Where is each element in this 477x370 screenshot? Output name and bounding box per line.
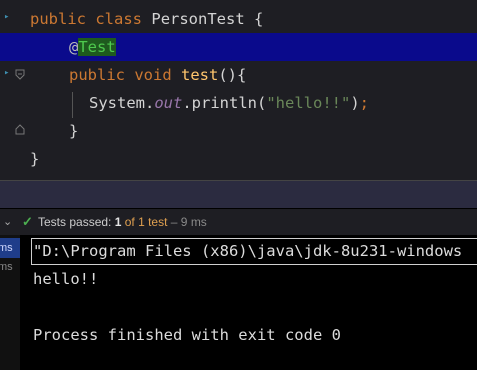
code-line-5[interactable]: } bbox=[69, 117, 78, 145]
keyword: void bbox=[134, 66, 172, 84]
code-line-3[interactable]: public void test(){ bbox=[69, 61, 246, 89]
console-output-line: hello!! bbox=[33, 270, 99, 288]
console-exit-line: Process finished with exit code 0 bbox=[33, 326, 341, 344]
fold-icon[interactable] bbox=[15, 69, 25, 80]
keyword: class bbox=[95, 10, 143, 28]
parens: (){ bbox=[218, 66, 247, 84]
semicolon: ; bbox=[359, 94, 370, 112]
test-status-text: Tests passed: 1 of 1 test – 9 ms bbox=[38, 209, 207, 235]
test-tree-item-selected[interactable]: ms bbox=[0, 238, 20, 258]
method-name: test bbox=[181, 66, 219, 84]
editor-gutter bbox=[0, 0, 20, 180]
brace: } bbox=[30, 150, 40, 168]
chevron-down-icon[interactable]: ⌄ bbox=[3, 209, 12, 235]
static-field: out bbox=[154, 94, 183, 112]
panel-divider[interactable] bbox=[0, 180, 477, 208]
code-line-4[interactable]: System.out.println("hello!!"); bbox=[89, 89, 369, 117]
check-icon: ✓ bbox=[22, 214, 33, 229]
brace: } bbox=[69, 122, 79, 140]
annotation-name: Test bbox=[78, 38, 116, 56]
fold-end-icon[interactable] bbox=[15, 124, 25, 135]
paren: ) bbox=[350, 94, 360, 112]
run-test-icon[interactable]: ▸ bbox=[4, 68, 9, 78]
console-command-line: "D:\Program Files (x86)\java\jdk-8u231-w… bbox=[33, 242, 463, 260]
annotation-symbol: @ bbox=[69, 38, 79, 56]
passed-count: 1 bbox=[114, 215, 122, 229]
brace: { bbox=[254, 10, 264, 28]
string-literal: "hello!!" bbox=[266, 94, 351, 112]
total-count: of 1 test bbox=[124, 215, 168, 229]
code-line-6[interactable]: } bbox=[30, 145, 39, 173]
class-name: PersonTest bbox=[151, 10, 245, 28]
code-editor[interactable]: ▸ ▸ public class PersonTest { @Test publ… bbox=[0, 0, 477, 180]
code-line-2[interactable]: @Test bbox=[69, 33, 116, 61]
test-status-bar: ⌄ ✓ Tests passed: 1 of 1 test – 9 ms bbox=[0, 209, 477, 235]
duration: – 9 ms bbox=[170, 215, 207, 229]
test-tree-item[interactable]: ms bbox=[0, 258, 20, 276]
code-line-1[interactable]: public class PersonTest { bbox=[30, 5, 263, 33]
method-call: .println( bbox=[182, 94, 267, 112]
keyword: public bbox=[69, 66, 125, 84]
status-label: Tests passed: bbox=[38, 215, 112, 229]
keyword: public bbox=[30, 10, 86, 28]
class-ref: System. bbox=[89, 94, 155, 112]
run-test-icon[interactable]: ▸ bbox=[4, 12, 9, 22]
indent-guide bbox=[72, 92, 73, 118]
